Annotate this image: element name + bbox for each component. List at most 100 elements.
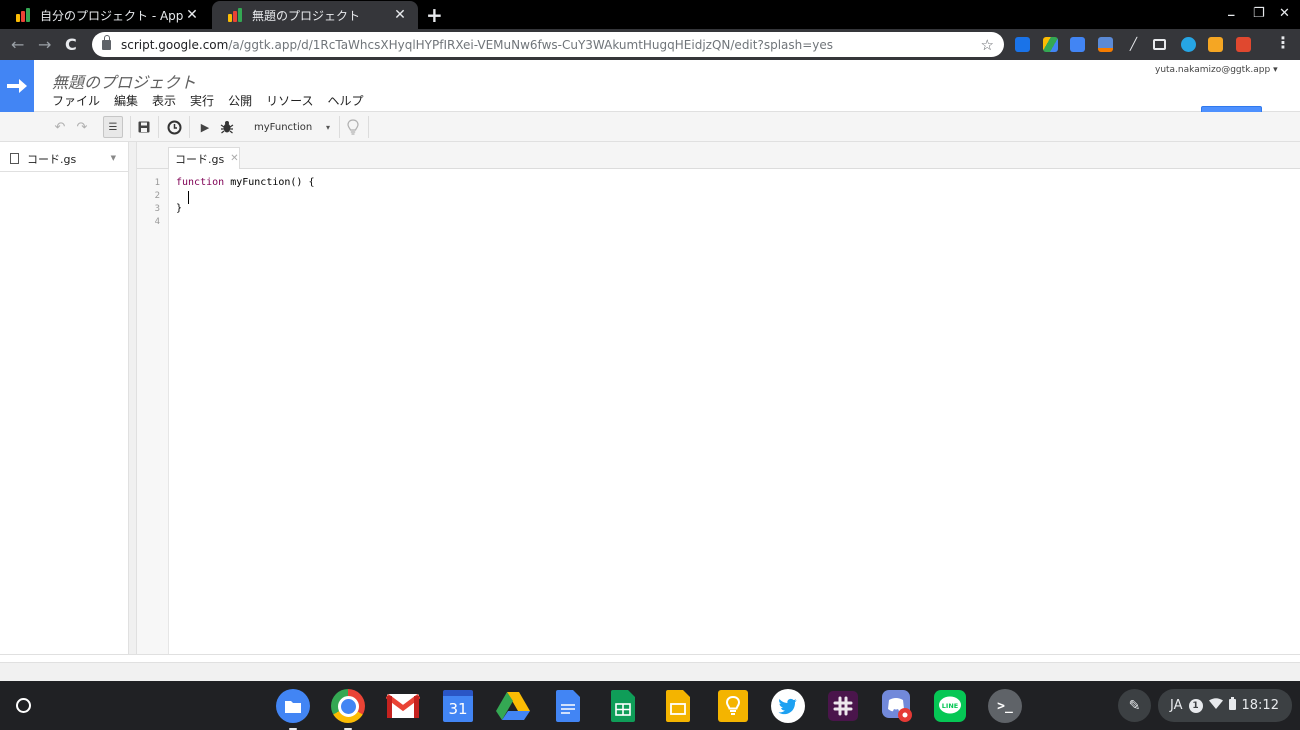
new-tab-button[interactable]: + [426, 3, 443, 27]
menu-bar: ファイル 編集 表示 実行 公開 リソース ヘルプ [52, 92, 364, 109]
account-email: yuta.nakamizo@ggtk.app [1155, 65, 1271, 75]
close-tab-icon[interactable]: ✕ [184, 7, 200, 23]
svg-text:LINE: LINE [942, 702, 958, 710]
menu-publish[interactable]: 公開 [228, 92, 252, 109]
tab-title: 無題のプロジェクト [252, 8, 361, 23]
chrome-app-icon[interactable] [331, 689, 365, 730]
toolbar-separator [339, 116, 340, 138]
file-item[interactable]: コード.gs ▼ [0, 146, 128, 172]
save-icon[interactable] [136, 116, 152, 138]
apps-script-home-icon[interactable] [0, 60, 34, 112]
editor-tab-label: コード.gs [175, 152, 225, 166]
wifi-icon [1208, 698, 1223, 713]
line-app-icon[interactable]: LINE [933, 689, 967, 723]
toolbar-separator [368, 116, 369, 138]
close-window-icon[interactable]: ✕ [1279, 6, 1290, 21]
apps-script-favicon-icon [16, 8, 32, 22]
pen-extension-icon[interactable]: ╱ [1126, 37, 1141, 52]
lightbulb-icon[interactable] [344, 116, 362, 138]
calendar-extension-icon[interactable] [1098, 37, 1113, 52]
indent-icon[interactable]: ☰ [103, 116, 123, 138]
close-tab-icon[interactable]: ✕ [392, 7, 408, 23]
keep-app-icon[interactable] [716, 689, 750, 723]
project-title[interactable]: 無題のプロジェクト [52, 69, 196, 93]
run-icon[interactable]: ▶ [198, 116, 212, 138]
bookmark-star-icon[interactable]: ☆ [981, 36, 994, 54]
redo-icon[interactable]: ↷ [74, 116, 90, 138]
function-selector-value: myFunction [254, 121, 313, 133]
terminal-app-icon[interactable]: >_ [988, 689, 1022, 723]
function-selector[interactable]: myFunction ▾ [248, 116, 338, 138]
blue-extension-icon[interactable] [1181, 37, 1196, 52]
orange-extension-icon[interactable] [1208, 37, 1223, 52]
lock-icon [102, 34, 111, 50]
menu-run[interactable]: 実行 [190, 92, 214, 109]
minimize-window-icon[interactable]: _ [1228, 2, 1235, 17]
clock-time: 18:12 [1241, 698, 1279, 713]
code-text: } [176, 203, 183, 214]
back-icon[interactable]: ← [11, 35, 24, 54]
menu-resources[interactable]: リソース [266, 92, 313, 109]
toolbar-separator [158, 116, 159, 138]
menu-view[interactable]: 表示 [152, 92, 176, 109]
restore-window-icon[interactable]: ❐ [1253, 6, 1265, 21]
drive-extension-icon[interactable] [1043, 37, 1058, 52]
file-panel: コード.gs ▼ [0, 142, 129, 654]
status-bar [0, 662, 1300, 681]
chrome-center [337, 695, 359, 717]
browser-toolbar: ← → C script.google.com/a/ggtk.app/d/1Rc… [0, 29, 1300, 60]
launcher-icon[interactable] [16, 698, 31, 713]
panel-splitter[interactable] [129, 142, 137, 654]
line-number: 4 [154, 217, 160, 227]
gmail-app-icon[interactable] [386, 689, 420, 723]
editor-tab-bar: コード.gs ✕ [137, 142, 1300, 169]
address-bar[interactable]: script.google.com/a/ggtk.app/d/1RcTaWhcs… [92, 32, 1004, 57]
slides-app-icon[interactable] [661, 689, 695, 723]
menu-help[interactable]: ヘルプ [327, 92, 363, 109]
photos-extension-icon[interactable] [1070, 37, 1085, 52]
account-switcher[interactable]: yuta.nakamizo@ggtk.app ▾ [1155, 65, 1278, 75]
twitter-app-icon[interactable] [771, 689, 805, 723]
files-app-icon[interactable] [276, 689, 310, 730]
status-tray[interactable]: JA 1 18:12 [1158, 689, 1292, 722]
url-path: /a/ggtk.app/d/1RcTaWhcsXHyqlHYPfIRXei-VE… [228, 37, 834, 52]
menu-file[interactable]: ファイル [52, 92, 100, 109]
sheets-app-icon[interactable] [606, 689, 640, 723]
toolbar-separator [130, 116, 131, 138]
discord-app-icon[interactable] [881, 689, 915, 723]
apps-script-header: 無題のプロジェクト ファイル 編集 表示 実行 公開 リソース ヘルプ yuta… [0, 60, 1300, 132]
code-text: myFunction() { [224, 177, 315, 188]
menu-edit[interactable]: 編集 [114, 92, 138, 109]
forward-icon[interactable]: → [38, 35, 51, 54]
document-icon [10, 153, 19, 164]
chrome-menu-icon[interactable]: ⋮ [1275, 33, 1291, 52]
slack-app-icon[interactable] [826, 689, 860, 723]
calendar-app-icon[interactable]: 31 [441, 689, 475, 723]
browser-tab-untitled-project[interactable]: 無題のプロジェクト ✕ [212, 1, 418, 29]
triggers-clock-icon[interactable] [165, 116, 183, 138]
text-cursor [188, 191, 189, 204]
close-icon[interactable]: ✕ [230, 153, 238, 164]
chevron-down-icon[interactable]: ▼ [111, 154, 116, 162]
horizontal-scrollbar[interactable] [0, 654, 1300, 681]
drive-app-icon[interactable] [496, 689, 530, 723]
cast-extension-icon[interactable] [1153, 39, 1166, 50]
chromeos-shelf: 31 LINE >_ ✎ JA 1 18:12 [0, 681, 1300, 730]
browser-tab-my-projects[interactable]: 自分のプロジェクト - Apps Sc ✕ [0, 1, 210, 29]
line-number-gutter: 1 2 3 4 [137, 169, 169, 654]
url-host: script.google.com [121, 37, 229, 52]
browser-tab-strip: 自分のプロジェクト - Apps Sc ✕ 無題のプロジェクト ✕ + _ ❐ … [0, 0, 1300, 29]
line-number: 1 [154, 178, 160, 188]
docs-app-icon[interactable] [551, 689, 585, 723]
editor-tab[interactable]: コード.gs ✕ [168, 147, 240, 169]
debug-bug-icon[interactable] [218, 116, 236, 138]
apps-script-favicon-icon [228, 8, 244, 22]
reload-icon[interactable]: C [65, 35, 77, 54]
red-extension-icon[interactable] [1236, 37, 1251, 52]
ime-indicator: JA [1170, 698, 1183, 713]
undo-icon[interactable]: ↶ [52, 116, 68, 138]
translate-extension-icon[interactable] [1015, 37, 1030, 52]
stylus-tools-icon[interactable]: ✎ [1118, 689, 1151, 722]
tab-title: 自分のプロジェクト - Apps Sc [40, 8, 184, 23]
chevron-down-icon: ▾ [325, 123, 330, 132]
